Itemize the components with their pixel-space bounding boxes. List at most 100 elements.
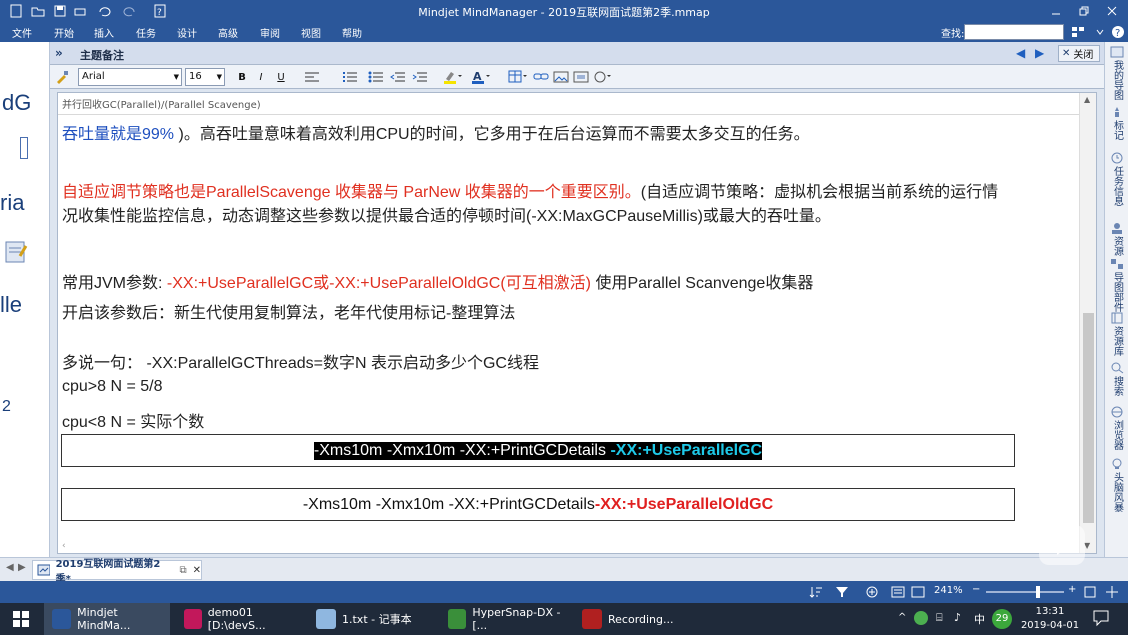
italic-button[interactable]: I <box>253 69 269 85</box>
outline-mode-icon[interactable] <box>908 583 928 601</box>
pan-icon[interactable] <box>1102 583 1122 601</box>
side-tab-label: 任务信息 <box>1111 166 1123 206</box>
side-tab-browser[interactable]: 浏览器 <box>1107 406 1127 450</box>
fit-map-icon[interactable] <box>1080 583 1100 601</box>
note-text: 常用JVM参数: <box>62 275 167 292</box>
decrease-indent-icon[interactable] <box>388 69 408 85</box>
ime-indicator[interactable]: 中 <box>974 611 985 627</box>
side-tab-library[interactable]: 资源库 <box>1107 312 1127 356</box>
notification-count-badge[interactable]: 29 <box>992 609 1012 629</box>
layout-icon[interactable] <box>1068 23 1088 41</box>
zoom-slider[interactable] <box>986 591 1064 593</box>
system-clock[interactable]: 13:31 2019-04-01 <box>1020 605 1080 633</box>
clock-icon <box>1111 152 1123 164</box>
side-tab-my-maps[interactable]: 我的导图 <box>1107 46 1127 100</box>
map-text-fragment: lle <box>0 292 23 317</box>
bullet-list-icon[interactable] <box>366 69 386 85</box>
side-tab-resources[interactable]: 资源 <box>1107 222 1127 256</box>
side-tab-task-info[interactable]: 任务信息 <box>1107 152 1127 206</box>
font-name-select[interactable]: Arial ▼ <box>78 68 182 86</box>
tab-scroll-right-icon[interactable]: ▶ <box>18 562 26 573</box>
side-tab-search[interactable]: 搜索 <box>1107 362 1127 396</box>
clock-time: 13:31 <box>1035 606 1065 617</box>
close-tab-icon[interactable]: ✕ <box>193 565 201 576</box>
tab-menu-icon[interactable]: ⧉ <box>179 565 186 576</box>
view-mode-icon[interactable] <box>888 583 908 601</box>
format-painter-icon[interactable] <box>54 69 70 85</box>
tab-review[interactable]: 审阅 <box>260 25 280 40</box>
taskbar-item-intellij[interactable]: demo01 [D:\devS... <box>176 603 302 635</box>
tab-advanced[interactable]: 高级 <box>218 25 238 40</box>
tray-app-icon[interactable] <box>914 611 928 625</box>
document-tab-bar: ◀ ▶ 2019互联网面试题第2季* ⧉ ✕ <box>0 557 1128 585</box>
library-icon <box>1111 312 1123 324</box>
help-icon[interactable]: ? <box>1108 23 1128 41</box>
find-input[interactable] <box>964 24 1064 40</box>
start-button[interactable] <box>0 603 42 635</box>
note-line-4: 常用JVM参数: -XX:+UseParallelGC或-XX:+UsePara… <box>62 269 813 293</box>
close-panel-label: 关闭 <box>1073 50 1094 61</box>
code-prefix: -Xms10m -Xmx10m -XX:+PrintGCDetails <box>313 441 611 459</box>
action-center-icon[interactable] <box>1092 609 1110 627</box>
sort-icon[interactable] <box>806 583 826 601</box>
window-title: Mindjet MindManager - 2019互联网面试题第2季.mmap <box>418 6 710 19</box>
close-window-icon[interactable] <box>1102 2 1122 20</box>
side-tab-label: 我的导图 <box>1111 60 1123 100</box>
table-icon[interactable] <box>506 69 530 85</box>
note-text: )。高吞吐量意味着高效利用CPU的时间，它多用于在后台运算而不需要太多交互的任务… <box>178 126 810 143</box>
expand-panel-icon[interactable]: » <box>55 46 63 60</box>
side-tab-map-parts[interactable]: 导图部件 <box>1107 258 1127 312</box>
tab-scroll-left-icon[interactable]: ◀ <box>6 562 14 573</box>
zoom-out-icon[interactable]: − <box>972 584 980 595</box>
align-icon[interactable] <box>302 69 322 85</box>
zoom-slider-thumb[interactable] <box>1036 586 1040 598</box>
taskbar-item-notepad[interactable]: 1.txt - 记事本 <box>308 603 434 635</box>
task-pane-tabs: 我的导图 标记 任务信息 资源 导图部件 资源库 搜索 浏览器 头脑风暴 <box>1104 42 1128 557</box>
collapse-ribbon-icon[interactable] <box>1090 23 1110 41</box>
taskbar-item-recording[interactable]: Recording... <box>574 603 700 635</box>
document-tab[interactable]: 2019互联网面试题第2季* ⧉ ✕ <box>32 559 202 585</box>
tray-expand-icon[interactable]: ^ <box>898 612 906 623</box>
tab-design[interactable]: 设计 <box>177 25 197 40</box>
insert-object-icon[interactable] <box>572 69 590 85</box>
underline-button[interactable]: U <box>273 69 289 85</box>
side-tab-brainstorm[interactable]: 头脑风暴 <box>1107 458 1127 512</box>
tab-view[interactable]: 视图 <box>301 25 321 40</box>
vertical-scrollbar[interactable]: ▲ ▼ <box>1079 93 1096 553</box>
increase-indent-icon[interactable] <box>410 69 430 85</box>
tab-help[interactable]: 帮助 <box>342 25 362 40</box>
prev-topic-icon[interactable]: ◀ <box>1016 46 1025 60</box>
tab-insert[interactable]: 插入 <box>94 25 114 40</box>
highlight-color-icon[interactable] <box>440 69 466 85</box>
font-color-icon[interactable]: A <box>468 69 494 85</box>
minimize-icon[interactable] <box>1046 2 1066 20</box>
scrollbar-thumb[interactable] <box>1083 313 1094 523</box>
add-topic-icon[interactable] <box>862 583 882 601</box>
tab-task[interactable]: 任务 <box>136 25 156 40</box>
scroll-left-icon[interactable]: ‹ <box>62 541 66 551</box>
font-size-select[interactable]: 16 ▼ <box>185 68 225 86</box>
taskbar-item-hypersnap[interactable]: HyperSnap-DX - [... <box>440 603 570 635</box>
note-text: (自适应调节策略：虚拟机会根据当前系统的运行情 <box>640 184 999 201</box>
bold-button[interactable]: B <box>234 69 250 85</box>
insert-image-icon[interactable] <box>552 69 570 85</box>
network-icon[interactable]: ⌸ <box>936 611 943 625</box>
tab-file[interactable]: 文件 <box>12 25 32 40</box>
volume-icon[interactable]: ♪ <box>954 611 961 624</box>
tab-home[interactable]: 开始 <box>54 25 74 40</box>
taskbar-item-mindmanager[interactable]: Mindjet MindMa... <box>44 603 170 635</box>
status-bar: 241% − + <box>0 581 1128 603</box>
zoom-in-icon[interactable]: + <box>1068 584 1076 595</box>
code-box-parallel-old-gc: -Xms10m -Xmx10m -XX:+PrintGCDetails -XX:… <box>61 488 1015 521</box>
side-tab-markers[interactable]: 标记 <box>1107 106 1127 140</box>
restore-icon[interactable] <box>1074 2 1094 20</box>
scroll-up-icon[interactable]: ▲ <box>1084 95 1090 104</box>
notes-editor[interactable]: 并行回收GC(Parallel)/(Parallel Scavenge) 吞吐量… <box>57 92 1097 554</box>
more-options-icon[interactable] <box>592 69 614 85</box>
close-panel-button[interactable]: ✕ 关闭 <box>1058 45 1100 62</box>
numbered-list-icon[interactable] <box>340 69 360 85</box>
next-topic-icon[interactable]: ▶ <box>1035 46 1044 60</box>
hyperlink-icon[interactable] <box>532 69 550 85</box>
filter-icon[interactable] <box>832 583 852 601</box>
close-icon: ✕ <box>1062 48 1071 59</box>
